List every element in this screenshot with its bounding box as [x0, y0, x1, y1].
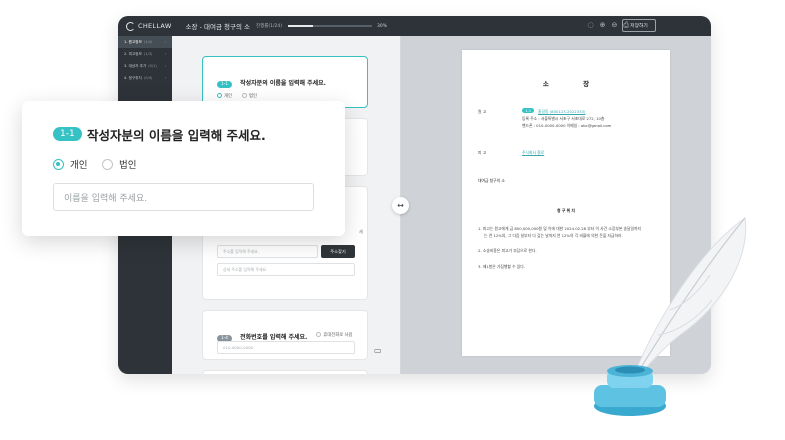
chevron-right-icon: › — [164, 52, 166, 56]
radio-label: 법인 — [119, 160, 137, 171]
radio-individual[interactable]: 개인 — [53, 157, 87, 171]
phone-input[interactable]: 010-0000-0000 — [217, 341, 355, 354]
checkbox-label: 휴대전화로 사용 — [323, 332, 353, 338]
question-tag: 1-1 — [53, 127, 82, 141]
radio-unchecked-icon — [102, 158, 113, 170]
claim-line: 3. 제1항은 가집행할 수 있다. — [478, 264, 526, 269]
checkbox-mobile[interactable] — [316, 332, 322, 337]
address-side-label: 세 — [359, 229, 363, 234]
stage: CHELLAW 소장 - 대여금 청구의 소 진행률(1/24) 30% ◌ ⊕… — [0, 0, 785, 440]
question-card-phone[interactable]: 1-4 전화번호를 입력해 주세요. 휴대전화로 사용 010-0000-000… — [202, 310, 368, 360]
radio-label: 개인 — [70, 160, 88, 171]
sidebar-item-add-party[interactable]: 3. 대상자 추가 (0/1) › — [118, 60, 172, 72]
plaintiff-tag: 1-1 — [522, 108, 535, 113]
question-title: 작성자분의 이름을 입력해 주세요. — [87, 128, 266, 143]
progress-label: 진행률(1/24) — [255, 24, 283, 29]
sidebar-item-label: 3. 대상자 추가 — [124, 63, 147, 68]
case-name: 대여금 청구의 소 — [478, 178, 505, 183]
document-title: 소장 - 대여금 청구의 소 — [185, 23, 250, 31]
quill-inkpot-illustration — [594, 217, 747, 416]
plaintiff-label: 원 고 — [478, 109, 487, 114]
sidebar-item-plaintiff[interactable]: 1. 원고정보 (1/4) › — [118, 36, 172, 48]
name-input[interactable]: 이름을 입력해 주세요. — [53, 183, 314, 211]
bell-icon[interactable]: ◌ — [588, 21, 594, 30]
document-heading: 소 장 — [542, 80, 606, 88]
inkpot-icon — [594, 365, 666, 416]
radio-checked-icon — [53, 158, 64, 170]
logo[interactable]: CHELLAW — [126, 21, 172, 31]
question-title: 전화번호를 입력해 주세요. — [240, 334, 308, 341]
zoom-out-icon[interactable]: ⊖ — [612, 21, 618, 30]
sidebar-item-count: (1/4) — [143, 40, 153, 44]
logo-icon — [126, 21, 135, 31]
find-address-button[interactable]: 주소찾기 — [321, 245, 355, 258]
sidebar-item-label: 1. 원고정보 — [124, 39, 142, 44]
progress-percent: 30% — [377, 23, 388, 29]
claim-line: 2. 소송비용은 피고가 부담으로 한다. — [478, 248, 537, 253]
plaintiff-address: 등록 주소 : 서울특별시 서초구 서초대로 272, 10층 — [522, 116, 605, 121]
radio-label: 법인 — [249, 93, 257, 99]
logo-text: CHELLAW — [138, 22, 172, 30]
defendant-label: 피 고 — [478, 150, 487, 155]
zoom-in-icon[interactable]: ⊕ — [600, 21, 606, 30]
sidebar-item-label: 4. 청구취지 — [124, 75, 142, 80]
radio-individual[interactable] — [217, 93, 222, 98]
question-card-next[interactable] — [202, 370, 368, 374]
plaintiff-name[interactable]: 홍길동 (800123-2022333) — [538, 109, 585, 115]
swap-icon[interactable]: ↔ — [392, 197, 409, 214]
sidebar-item-count: (1/3) — [143, 52, 153, 56]
progress-bar — [288, 25, 373, 27]
radio-corporation[interactable]: 법인 — [102, 157, 136, 171]
address-input[interactable]: 주소를 입력해 주세요. — [217, 245, 318, 258]
defendant-name[interactable]: 주식회사 철로 — [522, 150, 544, 156]
quill-icon — [629, 217, 747, 386]
save-button[interactable]: 저장하기 — [622, 19, 656, 32]
chevron-right-icon: › — [164, 40, 166, 44]
sidebar-item-count: (0/4) — [143, 76, 153, 80]
chevron-right-icon: › — [164, 64, 166, 68]
progress-fill — [288, 25, 314, 27]
sidebar-item-count: (0/1) — [148, 64, 157, 68]
chevron-right-icon: › — [164, 76, 166, 80]
name-question-popup: 1-1 작성자분의 이름을 입력해 주세요. 개인 법인 이름을 입력해 주세요… — [22, 101, 345, 236]
plaintiff-phone: 핸드폰 : 010-0000-0000 이메일 : abc@gmail.com — [522, 123, 612, 128]
radio-corporation[interactable] — [242, 93, 247, 98]
radio-label: 개인 — [224, 93, 232, 99]
top-bar: CHELLAW 소장 - 대여금 청구의 소 진행률(1/24) 30% ◌ ⊕… — [118, 16, 711, 36]
sidebar-item-label: 2. 피고정보 — [124, 51, 142, 56]
document-icon[interactable]: ▭ — [374, 346, 382, 355]
sidebar-item-claims[interactable]: 4. 청구취지 (0/4) › — [118, 72, 172, 84]
address-detail-input[interactable]: 상세 주소를 입력해 주세요. — [217, 263, 355, 276]
sidebar-item-defendant[interactable]: 2. 피고정보 (1/3) › — [118, 48, 172, 60]
